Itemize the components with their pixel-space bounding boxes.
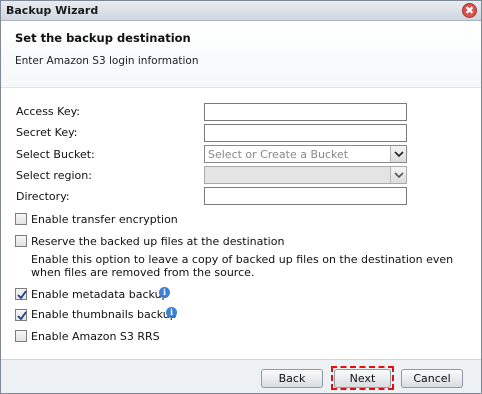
bucket-placeholder: Select or Create a Bucket bbox=[208, 148, 349, 161]
cancel-button[interactable]: Cancel bbox=[401, 369, 463, 388]
step-title: Set the backup destination bbox=[15, 31, 191, 45]
chevron-down-icon[interactable] bbox=[390, 146, 406, 162]
backup-wizard-window: Backup Wizard ✖ Set the backup destinati… bbox=[0, 0, 482, 394]
region-select[interactable] bbox=[204, 166, 407, 184]
access-key-label: Access Key: bbox=[16, 105, 81, 118]
transfer-encryption-checkbox[interactable] bbox=[15, 213, 27, 225]
secret-key-label: Secret Key: bbox=[16, 126, 78, 139]
bucket-label: Select Bucket: bbox=[16, 148, 95, 161]
reserve-files-label: Reserve the backed up files at the desti… bbox=[31, 235, 285, 248]
secret-key-input[interactable] bbox=[204, 124, 407, 142]
step-subtitle: Enter Amazon S3 login information bbox=[15, 55, 199, 67]
transfer-encryption-label: Enable transfer encryption bbox=[31, 213, 178, 226]
wizard-header: Set the backup destination Enter Amazon … bbox=[1, 22, 481, 88]
bucket-select[interactable]: Select or Create a Bucket bbox=[204, 145, 407, 163]
title-bar: Backup Wizard ✖ bbox=[1, 1, 481, 21]
reserve-files-checkbox[interactable] bbox=[15, 235, 27, 247]
info-icon[interactable]: i bbox=[166, 307, 177, 318]
close-icon[interactable]: ✖ bbox=[462, 3, 477, 18]
directory-input[interactable] bbox=[204, 187, 407, 205]
access-key-input[interactable] bbox=[204, 103, 407, 121]
thumbnails-backup-label: Enable thumbnails backup bbox=[31, 308, 177, 321]
window-title: Backup Wizard bbox=[6, 4, 99, 17]
checkmark-icon bbox=[17, 311, 27, 321]
metadata-backup-checkbox[interactable] bbox=[15, 288, 27, 300]
next-button-highlight bbox=[331, 366, 394, 390]
info-icon[interactable]: i bbox=[159, 287, 170, 298]
s3-rrs-checkbox[interactable] bbox=[15, 330, 27, 342]
directory-label: Directory: bbox=[16, 190, 70, 203]
thumbnails-backup-checkbox[interactable] bbox=[15, 309, 27, 321]
s3-rrs-label: Enable Amazon S3 RRS bbox=[31, 330, 160, 343]
reserve-files-description: Enable this option to leave a copy of ba… bbox=[31, 253, 454, 279]
metadata-backup-label: Enable metadata backup bbox=[31, 288, 169, 301]
back-button[interactable]: Back bbox=[261, 369, 323, 388]
chevron-down-icon[interactable] bbox=[390, 167, 406, 183]
checkmark-icon bbox=[17, 290, 27, 300]
region-label: Select region: bbox=[16, 169, 92, 182]
